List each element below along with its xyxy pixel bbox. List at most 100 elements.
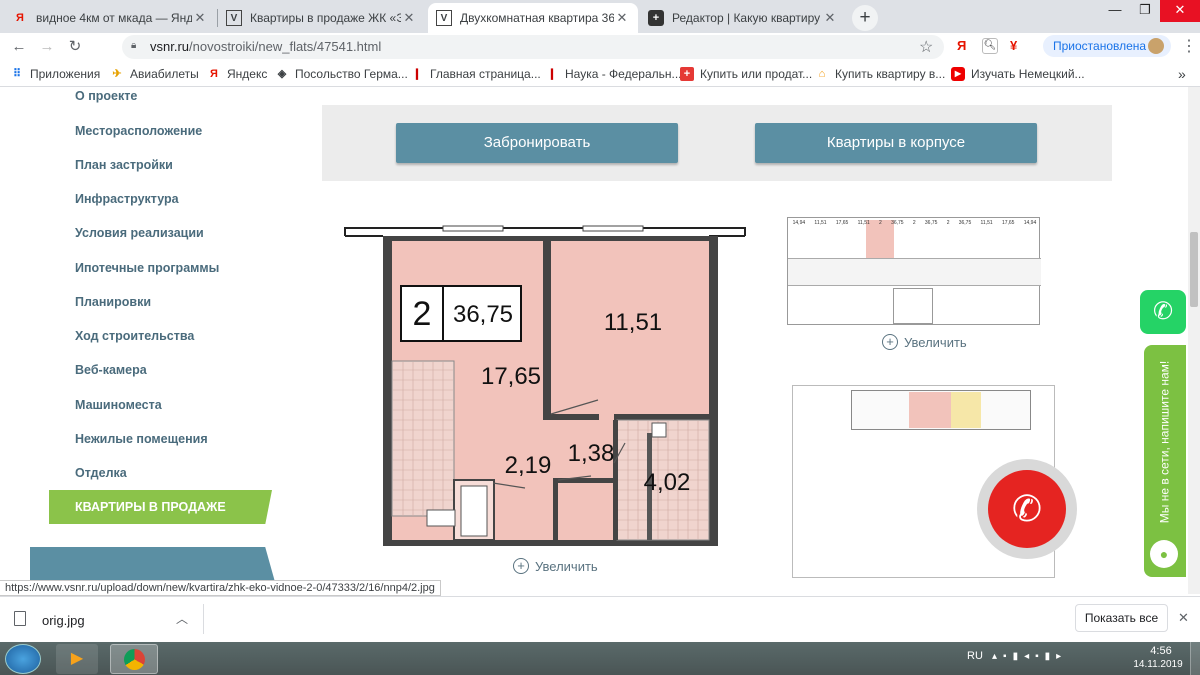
lock-icon[interactable]: 🔒︎ <box>131 40 141 52</box>
chat-icon: ● <box>1150 540 1178 568</box>
chevron-up-icon[interactable]: ︿ <box>176 610 188 627</box>
close-icon[interactable]: ✕ <box>822 10 838 26</box>
menu-icon[interactable]: ⋮ <box>1181 36 1197 56</box>
maximize-button[interactable]: ❐ <box>1130 0 1160 22</box>
sidebar-item-layouts[interactable]: Планировки <box>75 295 151 309</box>
whatsapp-icon: ✆ <box>1152 298 1174 325</box>
sidebar-item-about[interactable]: О проекте <box>75 89 137 103</box>
chat-label-box: Мы не в сети, напишите нам! <box>1148 352 1180 532</box>
chrome-icon <box>124 649 145 670</box>
sidebar-item-finishing[interactable]: Отделка <box>75 466 127 480</box>
show-all-button[interactable]: Показать все <box>1075 604 1168 632</box>
star-icon[interactable]: ☆ <box>919 37 933 57</box>
bookmark-embassy[interactable]: ◈ Посольство Герма... <box>275 67 408 81</box>
whatsapp-button[interactable]: ✆ <box>1140 290 1186 334</box>
sidebar-item-progress[interactable]: Ход строительства <box>75 329 194 343</box>
sidebar-item-parking[interactable]: Машиноместа <box>75 398 162 412</box>
stairwell <box>893 288 933 324</box>
site-icon: V <box>436 10 452 26</box>
zoom-icon: + <box>513 558 529 574</box>
sidebar-item-mortgage[interactable]: Ипотечные программы <box>75 261 219 275</box>
yandex-ext-icon[interactable]: Я <box>957 38 966 53</box>
more-bookmarks-button[interactable]: » <box>1178 66 1186 82</box>
sidebar-item-commercial[interactable]: Нежилые помещения <box>75 432 208 446</box>
bookmark-yandex[interactable]: Я Яндекс <box>207 67 267 81</box>
bookmark-buy-flat[interactable]: ⌂ Купить квартиру в... <box>815 67 946 81</box>
zoom-plan-link[interactable]: + Увеличить <box>513 558 598 574</box>
floor-plan-thumbnail[interactable]: 14,94 11,51 17,65 11,51 2 36,75 2 36,75 2 36,75 11… <box>787 217 1041 325</box>
bath-area-label: 1,38 <box>568 440 615 467</box>
sidebar-item-webcam[interactable]: Веб-камера <box>75 363 147 377</box>
yandex-icon: Я <box>16 12 24 24</box>
clock-time[interactable]: 4:56 <box>1141 645 1181 657</box>
plus-icon: + <box>680 67 694 81</box>
section-yellow <box>951 392 981 428</box>
link-status-bar: https://www.vsnr.ru/upload/down/new/kvar… <box>0 580 441 596</box>
tab-title: Редактор | Какую квартиру в По <box>672 11 822 25</box>
tab-building-flats[interactable]: V Квартиры в продаже ЖК «Эко В✕ <box>218 3 425 33</box>
file-icon <box>14 611 26 626</box>
reload-icon[interactable]: ↻ <box>66 38 84 56</box>
sidebar-promo-block[interactable] <box>30 547 275 582</box>
apps-icon: ⠿ <box>12 68 22 80</box>
tab-editor[interactable]: + Редактор | Какую квартиру в По✕ <box>640 3 846 33</box>
sidebar-item-site-plan[interactable]: План застройки <box>75 158 173 172</box>
market-ext-icon[interactable]: ¥ <box>1010 38 1017 53</box>
minimize-button[interactable]: — <box>1100 0 1130 22</box>
tab-title: Квартиры в продаже ЖК «Эко В <box>250 11 401 25</box>
room-count-label: 2 <box>413 295 432 333</box>
language-indicator[interactable]: RU <box>967 650 983 662</box>
show-desktop-button[interactable] <box>1190 642 1200 675</box>
zoom-floor-link[interactable]: + Увеличить <box>882 334 967 350</box>
close-icon[interactable]: ✕ <box>614 10 630 26</box>
bookmark-science[interactable]: ❙ Наука - Федеральн... <box>545 67 681 81</box>
sidebar-item-infrastructure[interactable]: Инфраструктура <box>75 192 179 206</box>
back-icon[interactable]: ← <box>10 38 28 56</box>
close-window-button[interactable]: ✕ <box>1160 0 1200 22</box>
bookmark-main[interactable]: ❙ Главная страница... <box>410 67 540 81</box>
bookmark-apps[interactable]: ⠿ Приложения <box>10 67 100 81</box>
start-button[interactable] <box>5 644 41 674</box>
media-player-icon[interactable]: ▶ <box>56 644 98 674</box>
download-filename[interactable]: orig.jpg <box>42 613 85 628</box>
house-icon: ⌂ <box>818 68 826 80</box>
bookmark-avia[interactable]: ✈ Авиабилеты <box>110 67 198 81</box>
flats-in-building-button[interactable]: Квартиры в корпусе <box>755 123 1037 163</box>
living-area-label: 17,65 <box>481 363 541 390</box>
loggia-area-label: 4,02 <box>644 469 691 496</box>
extension-icon[interactable]: 🔍︎ <box>982 38 998 54</box>
clock-date[interactable]: 14.11.2019 <box>1128 659 1188 670</box>
tab-apartment[interactable]: V Двухкомнатная квартира 36.75✕ <box>428 3 638 33</box>
bookmark-german[interactable]: ▶ Изучать Немецкий... <box>951 67 1085 81</box>
tab-yandex[interactable]: Явидное 4км от мкада — Яндекс✕ <box>4 3 216 33</box>
bookmark-buy-sell[interactable]: + Купить или продат... <box>680 67 812 81</box>
phone-icon: ✆ <box>1011 488 1043 529</box>
tray-icons[interactable]: ▴▪▮◂▪▮▸ <box>992 651 1067 662</box>
chat-label: Мы не в сети, напишите нам! <box>1157 360 1171 524</box>
tab-title: видное 4км от мкада — Яндекс <box>36 11 192 25</box>
close-icon[interactable]: ✕ <box>192 10 208 26</box>
sidebar-item-location[interactable]: Месторасположение <box>75 124 202 138</box>
tab-title: Двухкомнатная квартира 36.75 <box>460 11 614 25</box>
callback-button[interactable]: ✆ <box>988 470 1066 548</box>
sidebar-item-sale-terms[interactable]: Условия реализации <box>75 226 204 240</box>
book-button[interactable]: Забронировать <box>396 123 678 163</box>
scrollbar-thumb[interactable] <box>1190 232 1198 307</box>
chrome-taskbar-button[interactable] <box>110 644 158 674</box>
url-text: vsnr.ru/novostroiki/new_flats/47541.html <box>150 39 382 54</box>
floor-plan-labels: 14,94 11,51 17,65 11,51 2 36,75 2 36,75 2 36,75 11… <box>792 220 1037 226</box>
avatar[interactable] <box>1148 38 1164 54</box>
close-icon[interactable]: ✕ <box>401 10 417 26</box>
yandex-icon: Я <box>210 68 218 80</box>
divider <box>203 604 204 634</box>
total-area-label: 36,75 <box>453 301 513 328</box>
apartment-plan[interactable]: 2 36,75 11,51 17,65 2,19 1,38 4,02 <box>343 218 748 553</box>
hall-area-label: 2,19 <box>505 452 552 479</box>
new-tab-button[interactable]: + <box>852 5 878 31</box>
forward-icon[interactable]: → <box>38 38 56 56</box>
close-download-bar-button[interactable]: ✕ <box>1178 610 1189 626</box>
highlighted-section <box>909 392 951 428</box>
corridor <box>788 258 1041 286</box>
scrollbar[interactable] <box>1188 87 1200 594</box>
sidebar-item-flats-for-sale[interactable]: КВАРТИРЫ В ПРОДАЖЕ <box>49 490 272 524</box>
